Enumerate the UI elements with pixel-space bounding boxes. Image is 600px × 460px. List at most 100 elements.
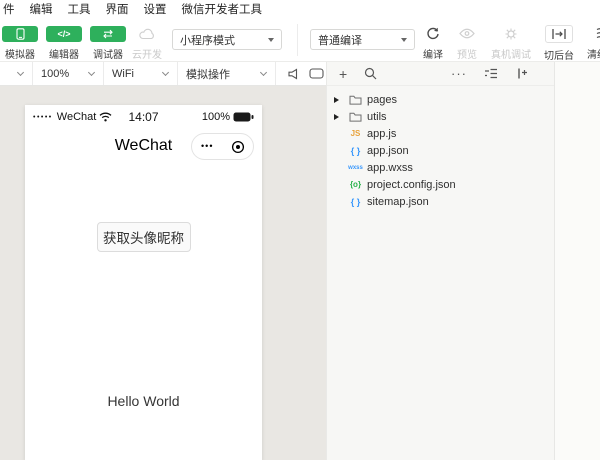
- clear-cache-button[interactable]: 清缓存: [580, 25, 600, 61]
- simulate-action-dropdown[interactable]: 模拟操作: [178, 62, 276, 85]
- carrier-label: WeChat: [57, 111, 97, 123]
- tree-item-app.wxss[interactable]: wxssapp.wxss: [327, 159, 554, 176]
- chevron-down-icon: [401, 38, 407, 42]
- editor-area: [554, 62, 600, 460]
- chevron-down-icon: [88, 69, 95, 76]
- cloud-label: 云开发: [130, 46, 164, 61]
- collapse-folders-icon[interactable]: [484, 68, 498, 79]
- eye-icon: [450, 25, 484, 42]
- tree-item-pages[interactable]: pages: [327, 91, 554, 108]
- speaker-icon[interactable]: [286, 68, 299, 80]
- simulator-control-bar: 100% WiFi 模拟操作: [0, 62, 326, 86]
- tree-item-utils[interactable]: utils: [327, 108, 554, 125]
- phone-screen: ••••• WeChat 14:07 100% WeChat ••: [25, 105, 262, 460]
- file-explorer-panel: + ··· pagesutilsJSapp.js{ }app.jsonwxssa…: [326, 62, 554, 460]
- debugger-label: 调试器: [90, 46, 126, 61]
- signal-dots-icon: •••••: [33, 114, 53, 121]
- explorer-toolbar: + ···: [327, 62, 554, 86]
- hello-world-text: Hello World: [25, 393, 262, 409]
- menu-bar: 件编辑工具界面设置微信开发者工具: [0, 0, 600, 18]
- cloud-dev-button[interactable]: 云开发: [130, 26, 164, 61]
- wxss-file-icon: wxss: [344, 165, 367, 171]
- battery-percent: 100%: [202, 111, 230, 123]
- file-name: app.json: [367, 145, 409, 157]
- menu-item[interactable]: 微信开发者工具: [182, 1, 263, 17]
- screen-icon[interactable]: [309, 68, 324, 79]
- js-file-icon: JS: [344, 129, 367, 138]
- chevron-down-icon: [260, 69, 267, 76]
- tree-item-sitemap.json[interactable]: { }sitemap.json: [327, 193, 554, 210]
- status-time: 14:07: [128, 110, 158, 124]
- file-name: project.config.json: [367, 179, 456, 191]
- tree-item-app.json[interactable]: { }app.json: [327, 142, 554, 159]
- menu-item[interactable]: 设置: [144, 1, 167, 17]
- folder-icon: [344, 94, 367, 105]
- simulate-value: 模拟操作: [186, 66, 230, 82]
- capsule-menu: •••: [191, 133, 254, 160]
- json-file-icon: { }: [344, 197, 367, 207]
- debugger-toggle-button[interactable]: 调试器: [90, 26, 126, 61]
- compile-button[interactable]: 编译: [416, 25, 450, 61]
- tree-item-app.js[interactable]: JSapp.js: [327, 125, 554, 142]
- code-icon: </>: [46, 26, 82, 42]
- device-debug-label: 真机调试: [488, 46, 534, 61]
- background-switch-icon: [545, 25, 573, 43]
- device-debug-button[interactable]: 真机调试: [488, 25, 534, 61]
- device-debug-icon: [488, 25, 534, 42]
- simulator-area: ••••• WeChat 14:07 100% WeChat ••: [0, 86, 326, 460]
- compile-dropdown-value: 普通编译: [318, 32, 395, 48]
- swap-arrows-icon: [90, 26, 126, 42]
- tree-arrow-icon[interactable]: [334, 97, 344, 103]
- chevron-down-icon: [268, 38, 274, 42]
- compile-mode-dropdown[interactable]: 普通编译: [310, 29, 415, 50]
- more-dots-icon[interactable]: •••: [192, 133, 223, 160]
- simulator-label: 模拟器: [2, 46, 38, 61]
- file-name: utils: [367, 111, 387, 123]
- mode-dropdown[interactable]: 小程序模式: [172, 29, 282, 50]
- zoom-value: 100%: [41, 68, 69, 80]
- phone-status-bar: ••••• WeChat 14:07 100%: [25, 105, 262, 129]
- chevron-down-icon: [17, 69, 24, 76]
- wifi-icon: [99, 112, 112, 122]
- file-name: sitemap.json: [367, 196, 429, 208]
- phone-icon: [2, 26, 38, 42]
- menu-item[interactable]: 界面: [106, 1, 129, 17]
- switch-background-label: 切后台: [538, 47, 580, 62]
- mode-dropdown-value: 小程序模式: [180, 32, 262, 48]
- editor-label: 编辑器: [46, 46, 82, 61]
- menu-item[interactable]: 件: [3, 1, 15, 17]
- json-file-icon: { }: [344, 146, 367, 156]
- tree-item-project.config.json[interactable]: {o}project.config.json: [327, 176, 554, 193]
- more-actions-icon[interactable]: ···: [451, 69, 467, 79]
- tree-arrow-icon[interactable]: [334, 114, 344, 120]
- add-file-icon[interactable]: +: [339, 67, 347, 81]
- refresh-icon: [416, 25, 450, 42]
- editor-toggle-button[interactable]: </> 编辑器: [46, 26, 82, 61]
- clear-cache-label: 清缓存: [580, 46, 600, 61]
- clear-cache-icon: [580, 25, 600, 42]
- main-toolbar: 模拟器 </> 编辑器 调试器 云开发 小程序模式 普通编译: [0, 18, 600, 62]
- file-name: app.wxss: [367, 162, 413, 174]
- home-circle-icon[interactable]: [223, 140, 254, 154]
- cloud-icon: [130, 26, 164, 42]
- preview-button[interactable]: 预览: [450, 25, 484, 61]
- search-icon[interactable]: [364, 67, 377, 80]
- switch-background-button[interactable]: 切后台: [538, 25, 580, 62]
- config-file-icon: {o}: [344, 180, 367, 189]
- network-dropdown[interactable]: WiFi: [104, 62, 178, 85]
- get-avatar-button[interactable]: 获取头像昵称: [97, 222, 191, 252]
- chevron-down-icon: [162, 69, 169, 76]
- simulator-toggle-button[interactable]: 模拟器: [2, 26, 38, 61]
- compile-label: 编译: [416, 46, 450, 61]
- phone-nav-bar: WeChat •••: [25, 129, 262, 167]
- zoom-dropdown[interactable]: 100%: [33, 62, 104, 85]
- menu-item[interactable]: 编辑: [30, 1, 53, 17]
- device-dropdown[interactable]: [0, 62, 33, 85]
- preview-label: 预览: [450, 46, 484, 61]
- network-value: WiFi: [112, 68, 134, 80]
- file-tree: pagesutilsJSapp.js{ }app.jsonwxssapp.wxs…: [327, 86, 554, 210]
- simbar-icon-group: [276, 62, 326, 85]
- menu-item[interactable]: 工具: [68, 1, 91, 17]
- split-editor-icon[interactable]: [515, 67, 528, 80]
- wechat-devtools-window: 件编辑工具界面设置微信开发者工具 模拟器 </> 编辑器 调试器 云开发: [0, 0, 600, 460]
